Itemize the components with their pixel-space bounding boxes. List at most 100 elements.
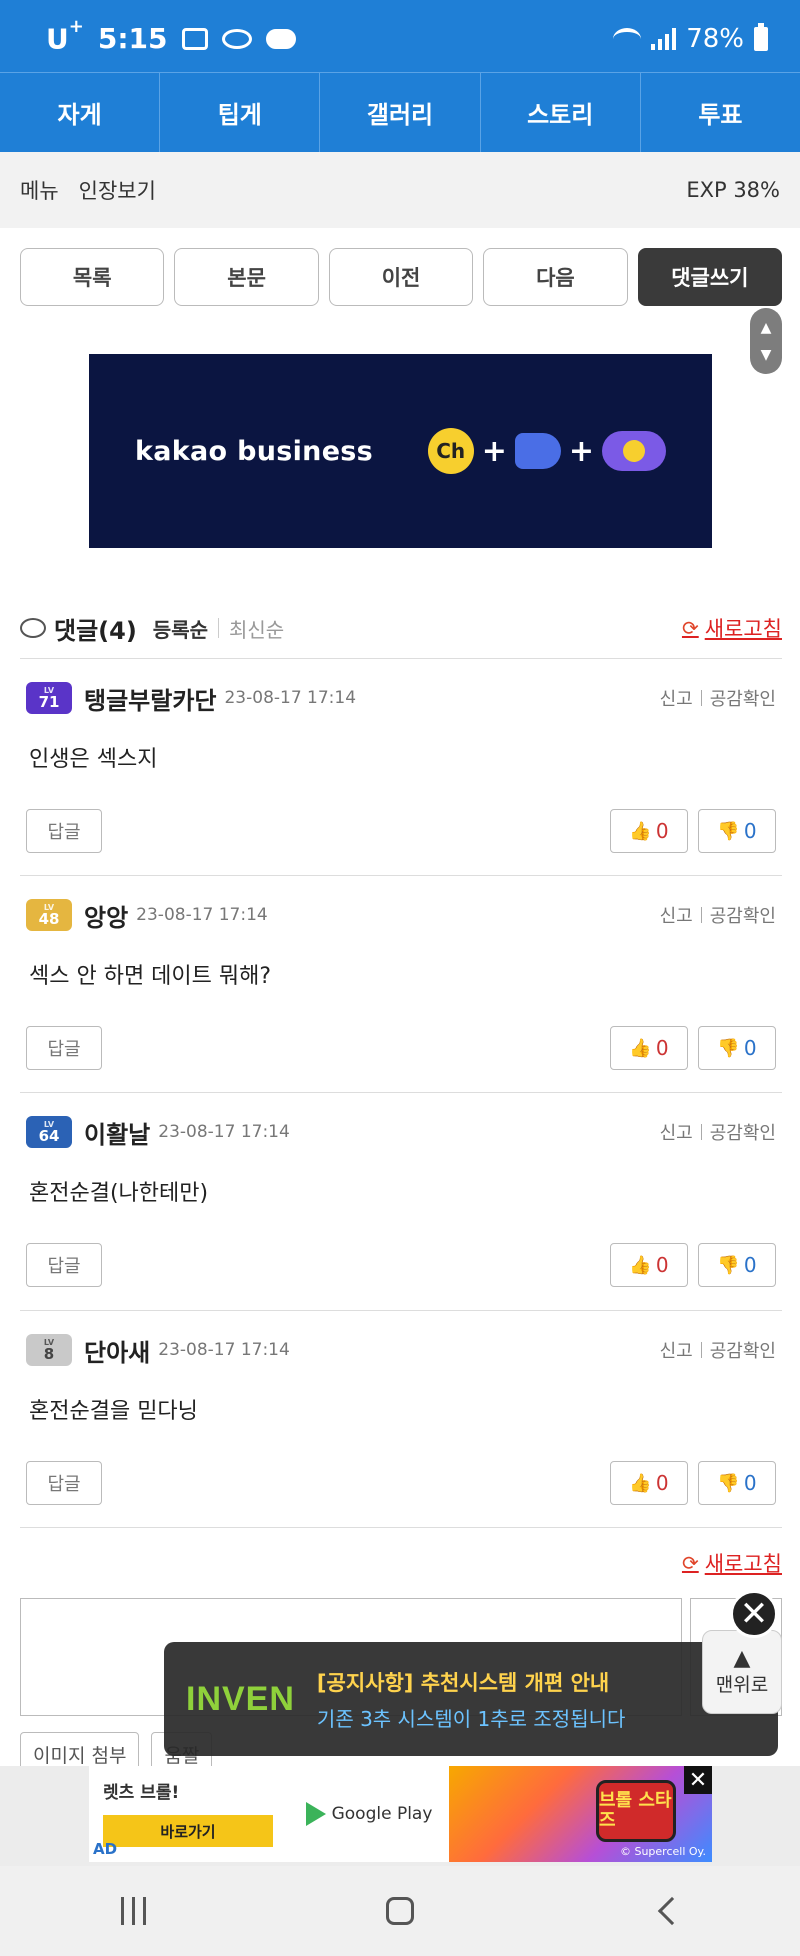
battery-percent: 78%	[686, 24, 744, 54]
refresh-link[interactable]: ⟳ 새로고침	[682, 613, 782, 643]
report-link[interactable]: 신고	[660, 1337, 693, 1363]
report-link[interactable]: 신고	[660, 685, 693, 711]
post-actions: 목록 본문 이전 다음 댓글쓰기	[20, 248, 783, 306]
close-ad-icon[interactable]: ✕	[684, 1766, 712, 1794]
level-badge: LV 71	[26, 682, 72, 714]
recent-apps-button[interactable]	[83, 1881, 183, 1941]
empathy-link[interactable]: 공감확인	[710, 902, 776, 928]
tab-story[interactable]: 스토리	[481, 73, 641, 152]
downvote-button[interactable]: 👎 0	[698, 1461, 776, 1505]
bottom-ad-banner[interactable]: 렛츠 브롤! 바로가기 AD Google Play 브롤 스타즈 ✕ © Su…	[89, 1766, 712, 1862]
status-left: U+ 5:15	[46, 16, 296, 56]
refresh-link-bottom[interactable]: ⟳ 새로고침	[682, 1548, 782, 1578]
comment-nickname[interactable]: 탱글부랄카단	[84, 681, 216, 716]
battery-icon	[754, 23, 768, 51]
report-link[interactable]: 신고	[660, 902, 693, 928]
comment-nickname[interactable]: 앙앙	[84, 898, 128, 933]
upvote-button[interactable]: 👍 0	[610, 1243, 688, 1287]
ad-headline: 렛츠 브롤!	[103, 1783, 180, 1803]
tab-tip-board[interactable]: 팁게	[160, 73, 321, 152]
reply-button[interactable]: 답글	[26, 1461, 102, 1505]
ad-copyright: © Supercell Oy.	[619, 1845, 706, 1858]
comment-body: 섹스 안 하면 데이트 뭐해?	[29, 964, 272, 989]
level-badge: LV 48	[26, 899, 72, 931]
comments-title: 댓글(4)	[54, 616, 137, 645]
comment-body: 혼전순결(나한테만)	[29, 1181, 209, 1206]
comment-date: 23-08-17 17:14	[136, 905, 268, 925]
reply-button[interactable]: 답글	[26, 809, 102, 853]
upvote-button[interactable]: 👍 0	[610, 809, 688, 853]
chat-bubble-icon	[221, 28, 252, 49]
inven-logo: INVEN	[186, 1679, 295, 1718]
menu-link[interactable]: 메뉴	[20, 175, 59, 205]
report-link[interactable]: 신고	[660, 1119, 693, 1145]
exp-label: EXP 38%	[686, 178, 780, 202]
thumbs-down-icon: 👎	[717, 1037, 740, 1059]
plus-sign: +	[568, 433, 594, 469]
next-button[interactable]: 다음	[483, 248, 628, 306]
home-button[interactable]	[350, 1881, 450, 1941]
thumbs-up-icon: 👍	[629, 820, 652, 842]
write-comment-button[interactable]: 댓글쓰기	[637, 248, 783, 306]
comment-date: 23-08-17 17:14	[224, 688, 357, 708]
tab-free-board[interactable]: 자게	[0, 73, 161, 152]
level-badge: LV 8	[26, 1334, 72, 1366]
comment-item: LV 71 탱글부랄카단 23-08-17 17:14 신고 공감확인 인생은 섹스…	[20, 659, 782, 875]
comment-nickname[interactable]: 단아새	[84, 1333, 150, 1368]
back-icon	[657, 1896, 686, 1926]
tab-vote[interactable]: 투표	[641, 73, 800, 152]
toast-message: 기존 3추 시스템이 1추로 조정됩니다	[316, 1706, 626, 1731]
notice-toast[interactable]: INVEN [공지사항] 추천시스템 개편 안내 기존 3추 시스템이 1추로 …	[164, 1642, 778, 1756]
list-button[interactable]: 목록	[20, 248, 165, 306]
empathy-link[interactable]: 공감확인	[710, 1119, 776, 1145]
scroll-updown-control[interactable]: ▲ ▼	[750, 308, 782, 374]
comment-date: 23-08-17 17:14	[158, 1122, 290, 1142]
reply-button[interactable]: 답글	[26, 1026, 102, 1070]
chevron-up-icon[interactable]: ▲	[761, 320, 772, 336]
ad-brand: kakao business	[135, 435, 374, 467]
body-button[interactable]: 본문	[174, 248, 319, 306]
kakao-ad-banner[interactable]: kakao business Ch + +	[89, 354, 712, 548]
sort-latest[interactable]: 최신순	[229, 614, 284, 643]
divider	[20, 1527, 782, 1528]
google-play-icon	[305, 1802, 326, 1826]
thumbs-up-icon: 👍	[629, 1037, 652, 1059]
level-badge: LV 64	[26, 1116, 72, 1148]
empathy-link[interactable]: 공감확인	[710, 685, 776, 711]
back-button[interactable]	[617, 1881, 717, 1941]
downvote-button[interactable]: 👎 0	[698, 809, 776, 853]
comment-item: LV 8 단아새 23-08-17 17:14 신고 공감확인 혼전순결을 믿다닝 …	[20, 1311, 782, 1527]
close-toast-icon[interactable]: ✕	[730, 1590, 778, 1638]
prev-button[interactable]: 이전	[328, 248, 474, 306]
ad-icons: Ch + +	[427, 428, 666, 474]
inventory-link[interactable]: 인장보기	[79, 175, 156, 205]
thumbs-up-icon: 👍	[629, 1472, 652, 1494]
reply-button[interactable]: 답글	[26, 1243, 102, 1287]
downvote-button[interactable]: 👎 0	[698, 1026, 776, 1070]
ad-artwork: 브롤 스타즈 ✕ © Supercell Oy.	[449, 1766, 712, 1862]
comment-item: LV 48 앙앙 23-08-17 17:14 신고 공감확인 섹스 안 하면 데이…	[20, 876, 782, 1092]
status-bar: U+ 5:15 78%	[0, 0, 800, 72]
sort-registered[interactable]: 등록순	[153, 614, 208, 643]
empathy-link[interactable]: 공감확인	[710, 1337, 776, 1363]
refresh-icon: ⟳	[681, 1551, 699, 1575]
scroll-to-top-button[interactable]: ▲ 맨위로	[702, 1630, 782, 1714]
ad-go-button[interactable]: 바로가기	[103, 1815, 273, 1847]
upvote-button[interactable]: 👍 0	[610, 1026, 688, 1070]
google-play-badge[interactable]: Google Play	[289, 1766, 449, 1862]
game-logo: 브롤 스타즈	[596, 1780, 676, 1842]
comment-nickname[interactable]: 이활날	[84, 1115, 150, 1150]
wifi-icon	[613, 28, 642, 50]
signal-icon	[651, 28, 677, 50]
comment-body: 혼전순결을 믿다닝	[29, 1399, 198, 1424]
chevron-down-icon[interactable]: ▼	[761, 347, 772, 363]
thumbs-down-icon: 👎	[717, 820, 740, 842]
downvote-button[interactable]: 👎 0	[698, 1243, 776, 1287]
clock: 5:15	[97, 22, 168, 56]
upvote-button[interactable]: 👍 0	[610, 1461, 688, 1505]
comment-item: LV 64 이활날 23-08-17 17:14 신고 공감확인 혼전순결(나한테만…	[20, 1093, 782, 1309]
tab-gallery[interactable]: 갤러리	[320, 73, 481, 152]
gallery-icon	[181, 27, 208, 50]
speech-bubble-icon	[20, 618, 46, 638]
comments-header: 댓글(4) 등록순 최신순 ⟳ 새로고침	[20, 608, 782, 648]
